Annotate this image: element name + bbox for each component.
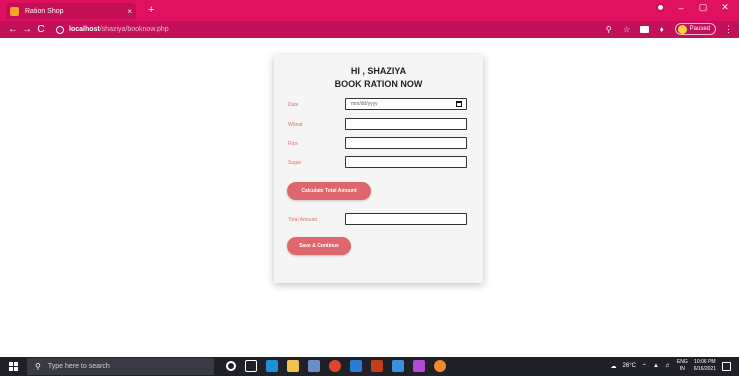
store-icon[interactable] bbox=[308, 360, 320, 372]
notification-icon[interactable] bbox=[722, 361, 731, 371]
url-path: /shaziya/booknow.php bbox=[99, 26, 169, 33]
taskbar: ⚲ Type here to search ☁ 26°C ⌃ ▲ ♬ ENG I… bbox=[0, 357, 739, 376]
profile-paused-button[interactable]: Paused bbox=[674, 23, 716, 35]
date-label: Date bbox=[288, 102, 299, 108]
browser-tab[interactable]: Ration Shop × bbox=[6, 3, 136, 19]
browser-toolbar: ← → C localhost /shaziya/booknow.php ⚲ ☆… bbox=[0, 21, 739, 38]
maximize-button[interactable]: ▢ bbox=[697, 2, 709, 13]
calculate-total-button[interactable]: Calculate Total Amount bbox=[287, 182, 371, 200]
photos-icon[interactable] bbox=[413, 360, 425, 372]
avatar bbox=[677, 24, 687, 34]
close-window-button[interactable]: ✕ bbox=[719, 2, 731, 13]
search-icon: ⚲ bbox=[35, 362, 41, 371]
puzzle-icon[interactable]: ♦ bbox=[657, 25, 667, 34]
volume-icon[interactable]: ♬ bbox=[665, 363, 671, 369]
total-amount-label: Total Amount bbox=[288, 217, 317, 223]
tab-close-icon[interactable]: × bbox=[127, 7, 132, 16]
cortana-icon[interactable] bbox=[226, 361, 236, 371]
star-icon[interactable]: ☆ bbox=[622, 25, 632, 34]
clock-date: 6/16/2021 bbox=[693, 366, 716, 372]
sugar-input[interactable] bbox=[345, 156, 467, 168]
system-tray: ☁ 26°C ⌃ ▲ ♬ ENG IN 10:06 PM 6/16/2021 bbox=[611, 359, 731, 373]
task-view-icon[interactable] bbox=[245, 360, 257, 372]
calendar-icon[interactable] bbox=[456, 101, 462, 107]
sugar-label: Sugar bbox=[288, 160, 302, 166]
search-icon[interactable]: ⚲ bbox=[604, 25, 614, 34]
language-code: ENG bbox=[676, 359, 688, 365]
booking-form-card: HI , SHAZIYA BOOK RATION NOW Date mm/dd/… bbox=[274, 55, 483, 283]
profile-icon[interactable] bbox=[656, 3, 665, 12]
date-field[interactable]: mm/dd/yyyy bbox=[345, 98, 467, 110]
weather-icon[interactable]: ☁ bbox=[611, 363, 617, 370]
extension-icon[interactable] bbox=[639, 25, 649, 33]
weather-temp[interactable]: 26°C bbox=[623, 363, 636, 369]
tab-title: Ration Shop bbox=[25, 7, 64, 15]
clock[interactable]: 10:06 PM 6/16/2021 bbox=[694, 359, 716, 373]
back-button[interactable]: ← bbox=[6, 24, 20, 35]
chevron-up-icon[interactable]: ⌃ bbox=[642, 363, 647, 370]
browser-tab-strip: Ration Shop × + – ▢ ✕ bbox=[0, 0, 739, 21]
toolbar-actions: ⚲ ☆ ♦ Paused ⋮ bbox=[604, 23, 733, 35]
forward-button[interactable]: → bbox=[20, 24, 34, 35]
address-bar[interactable]: localhost /shaziya/booknow.php bbox=[56, 23, 586, 36]
greeting-title: HI , SHAZIYA bbox=[350, 66, 407, 76]
reload-button[interactable]: C bbox=[34, 24, 48, 35]
menu-kebab-icon[interactable]: ⋮ bbox=[724, 24, 733, 35]
file-explorer-icon[interactable] bbox=[287, 360, 299, 372]
new-tab-button[interactable]: + bbox=[148, 3, 154, 17]
taskbar-search-box[interactable]: ⚲ Type here to search bbox=[27, 358, 214, 375]
wheat-label: Wheat bbox=[288, 122, 303, 128]
window-controls: – ▢ ✕ bbox=[656, 2, 731, 13]
app-icon[interactable] bbox=[392, 360, 404, 372]
profile-paused-label: Paused bbox=[689, 26, 710, 32]
favicon-icon bbox=[10, 6, 19, 16]
word-icon[interactable] bbox=[350, 360, 362, 372]
language-indicator[interactable]: ENG IN bbox=[677, 359, 688, 373]
rice-input[interactable] bbox=[345, 137, 467, 149]
powerpoint-icon[interactable] bbox=[371, 360, 383, 372]
taskbar-search-placeholder: Type here to search bbox=[47, 363, 110, 370]
save-continue-button[interactable]: Save & Continue bbox=[287, 237, 351, 255]
network-icon[interactable]: ▲ bbox=[653, 363, 659, 369]
chrome-icon[interactable] bbox=[329, 360, 341, 372]
clock-time: 10:06 PM bbox=[694, 359, 716, 365]
edge-icon[interactable] bbox=[266, 360, 278, 372]
url-host: localhost bbox=[69, 26, 100, 33]
taskbar-apps bbox=[226, 360, 446, 372]
site-info-icon[interactable] bbox=[56, 25, 64, 34]
page-title: BOOK RATION NOW bbox=[334, 79, 423, 89]
wheat-input[interactable] bbox=[345, 118, 467, 130]
date-placeholder: mm/dd/yyyy bbox=[351, 101, 378, 107]
minimize-button[interactable]: – bbox=[675, 3, 687, 13]
total-amount-input[interactable] bbox=[345, 213, 467, 225]
windows-start-icon[interactable] bbox=[9, 362, 18, 371]
rice-label: Rice bbox=[288, 141, 299, 147]
firefox-icon[interactable] bbox=[434, 360, 446, 372]
region-code: IN bbox=[679, 366, 685, 372]
